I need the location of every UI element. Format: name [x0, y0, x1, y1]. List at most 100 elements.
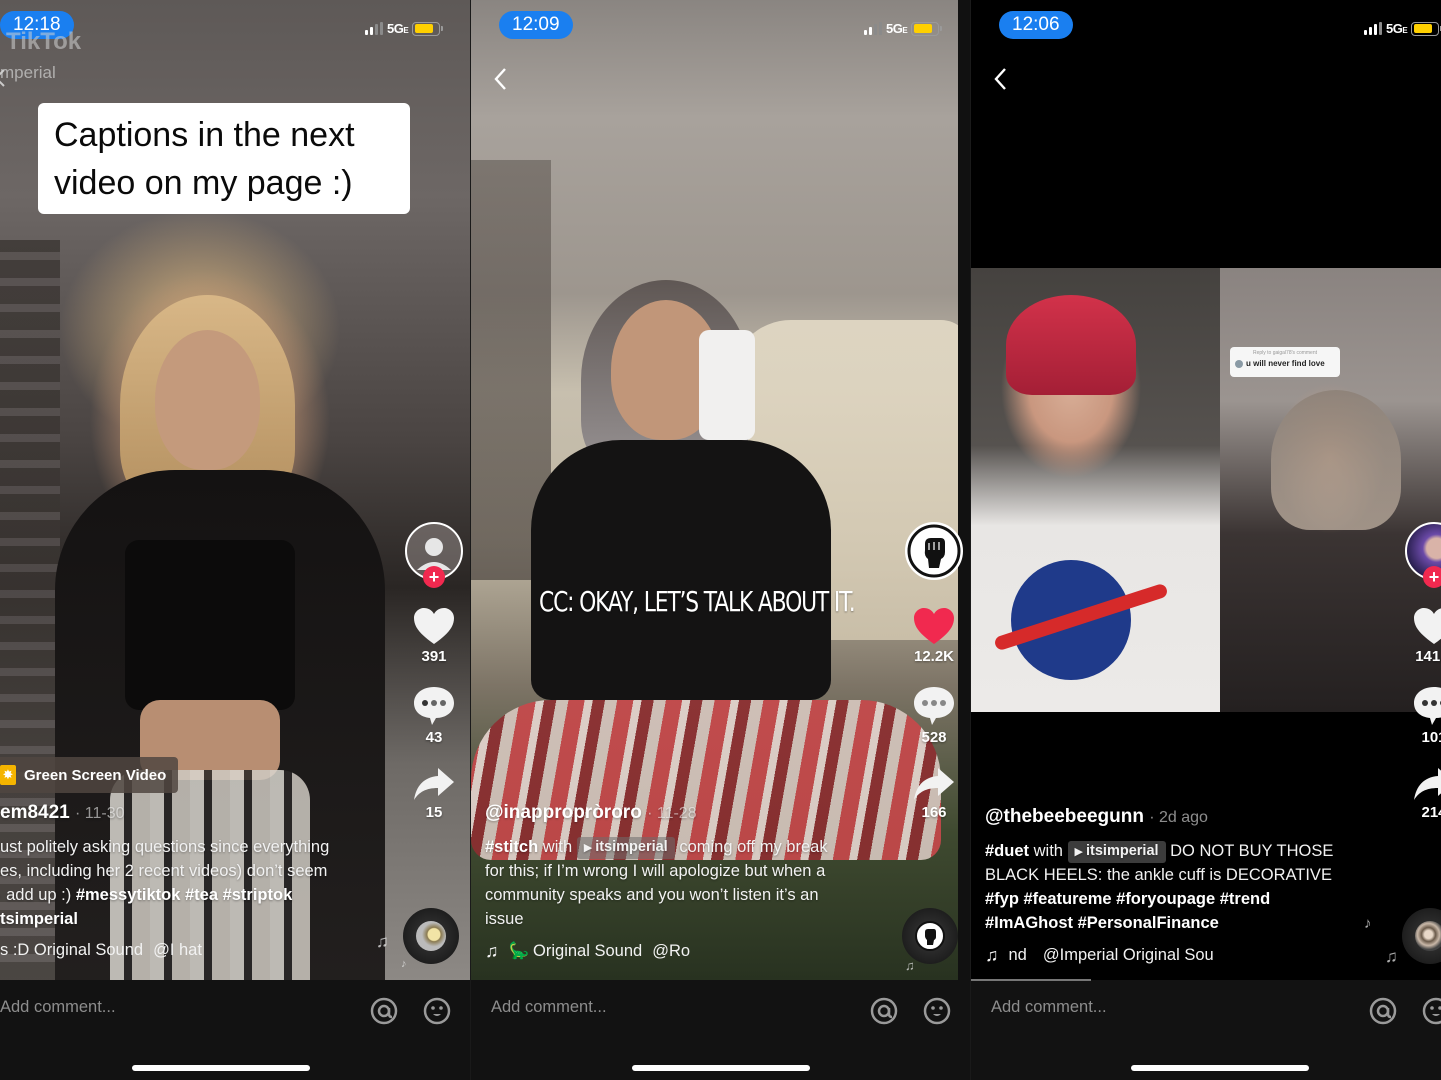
mention-at-icon[interactable] [369, 996, 399, 1026]
action-rail: + 391 43 15 [404, 522, 464, 821]
heart-icon [914, 608, 954, 644]
share-arrow-icon [914, 768, 954, 800]
video-description: #stitch with ▶ itsimperial coming off my … [485, 837, 828, 928]
music-note-icon: ♪ [1364, 915, 1372, 932]
share-count: 214 [1421, 804, 1441, 821]
author-handle[interactable]: @thebeebeegunn · 2d ago [985, 806, 1208, 828]
like-button[interactable]: 141.5 [1412, 606, 1441, 665]
mention-at-icon[interactable] [1368, 996, 1398, 1026]
comment-count: 43 [425, 729, 443, 746]
like-count: 141.5 [1415, 648, 1441, 665]
music-note-icon: ♫ [376, 932, 389, 951]
music-disc[interactable] [902, 908, 958, 964]
home-indicator[interactable] [1131, 1065, 1309, 1071]
music-info[interactable]: ♫ nd @Imperial Original Sou [985, 945, 1214, 966]
hashtags[interactable]: #messytiktok #tea #striptok [76, 886, 292, 904]
emoji-smile-icon[interactable] [422, 996, 452, 1026]
play-icon: ▶ [1074, 846, 1084, 858]
reply-comment-sticker: Reply to gaigal78's comment u will never… [1230, 347, 1340, 377]
author-handle[interactable]: @inappropròroro · 11-28 [485, 802, 697, 824]
play-icon: ▶ [583, 842, 593, 854]
home-indicator[interactable] [132, 1065, 310, 1071]
action-rail: + 141.5 101 214 [1404, 522, 1441, 821]
effect-badge[interactable]: ✸ Green Screen Video [0, 757, 179, 793]
video-player[interactable] [471, 0, 970, 980]
share-count: 166 [921, 804, 947, 821]
video-player[interactable]: Reply to gaigal78's comment u will never… [971, 0, 1441, 980]
music-note-icon: ♫ [1385, 947, 1398, 966]
follow-plus-button[interactable]: + [1423, 566, 1441, 588]
follow-plus-button[interactable]: + [423, 566, 445, 588]
disc-cover [915, 921, 945, 951]
share-button[interactable]: 15 [412, 766, 456, 821]
comment-input[interactable] [991, 998, 1271, 1017]
emoji-smile-icon[interactable] [1421, 996, 1441, 1026]
battery-icon [412, 21, 444, 36]
linked-video-chip[interactable]: ▶ itsimperial [576, 837, 675, 859]
app-brand: TikTok [6, 28, 82, 55]
signal-icon [365, 21, 383, 35]
music-note-icon: ♫ [985, 945, 999, 965]
music-note-icon: ♫ [905, 958, 915, 973]
comment-input[interactable] [0, 998, 280, 1017]
creator-avatar[interactable]: + [405, 522, 463, 588]
share-button[interactable]: 166 [912, 766, 956, 821]
mention-at-icon[interactable] [869, 996, 899, 1026]
comment-count: 528 [921, 729, 947, 746]
disc-cover [1415, 921, 1441, 951]
music-note-icon: ♫ [485, 941, 499, 961]
comment-bar [0, 980, 470, 1080]
comment-button[interactable]: 43 [412, 685, 456, 746]
post-date: · 11-30 [75, 805, 125, 822]
comment-bubble-icon [914, 687, 954, 725]
music-disc[interactable] [403, 908, 459, 964]
status-indicators: 5GE [365, 21, 444, 36]
comment-input[interactable] [491, 998, 771, 1017]
comment-count: 101 [1421, 729, 1441, 746]
status-indicators: 5GE [864, 21, 943, 36]
network-label: 5GE [1386, 21, 1408, 36]
like-button[interactable]: 391 [412, 606, 456, 665]
hashtag-stitch[interactable]: #stitch [485, 838, 538, 856]
share-arrow-icon [1414, 768, 1441, 800]
heart-icon [414, 608, 454, 644]
video-text-overlay: Captions in the next video on my page :) [38, 103, 410, 214]
account-name: mperial [0, 63, 56, 82]
back-chevron-icon[interactable] [491, 66, 513, 92]
video-panel-1: 12:18 5GE TikTok mperial Captions in the… [0, 0, 470, 1080]
mention-link[interactable]: tsimperial [0, 910, 78, 928]
video-description: #duet with ▶ itsimperial DO NOT BUY THOSE… [985, 841, 1334, 932]
creator-avatar[interactable] [905, 522, 963, 580]
music-info[interactable]: ♫ 🦕 Original Sound @Ro [485, 941, 690, 962]
video-progress-bar[interactable] [971, 979, 1091, 981]
hashtag-duet[interactable]: #duet [985, 842, 1029, 860]
comment-button[interactable]: 101 [1412, 685, 1441, 746]
music-note-icon: ♪ [401, 958, 407, 970]
status-indicators: 5GE [1364, 21, 1441, 36]
hashtags[interactable]: #fyp #featureme #foryoupage #trend [985, 890, 1270, 908]
commenter-avatar [1235, 359, 1243, 368]
status-time: 12:06 [999, 11, 1073, 39]
video-panel-2: 12:09 5GE CC: OKAY, LET’S TALK ABOUT IT.… [471, 0, 970, 1080]
network-label: 5GE [387, 21, 409, 36]
creator-avatar[interactable]: + [1405, 522, 1441, 588]
comment-button[interactable]: 528 [912, 685, 956, 746]
signal-icon [864, 21, 882, 35]
share-button[interactable]: 214 [1412, 766, 1441, 821]
raised-fist-icon [907, 524, 961, 578]
back-chevron-icon[interactable] [991, 66, 1013, 92]
comment-bubble-icon [414, 687, 454, 725]
action-rail: 12.2K 528 166 [904, 522, 964, 821]
share-count: 15 [425, 804, 443, 821]
disc-cover [416, 921, 446, 951]
author-handle[interactable]: em8421 · 11-30 [0, 802, 125, 824]
like-button[interactable]: 12.2K [912, 606, 956, 665]
video-panel-3: Reply to gaigal78's comment u will never… [971, 0, 1441, 1080]
linked-video-chip[interactable]: ▶ itsimperial [1067, 841, 1166, 863]
hashtags[interactable]: #ImAGhost #PersonalFinance [985, 914, 1219, 932]
comment-bar [971, 979, 1441, 1080]
music-info[interactable]: s :D Original Sound @I hat [0, 941, 202, 960]
comment-bubble-icon [1414, 687, 1441, 725]
emoji-smile-icon[interactable] [922, 996, 952, 1026]
home-indicator[interactable] [632, 1065, 810, 1071]
